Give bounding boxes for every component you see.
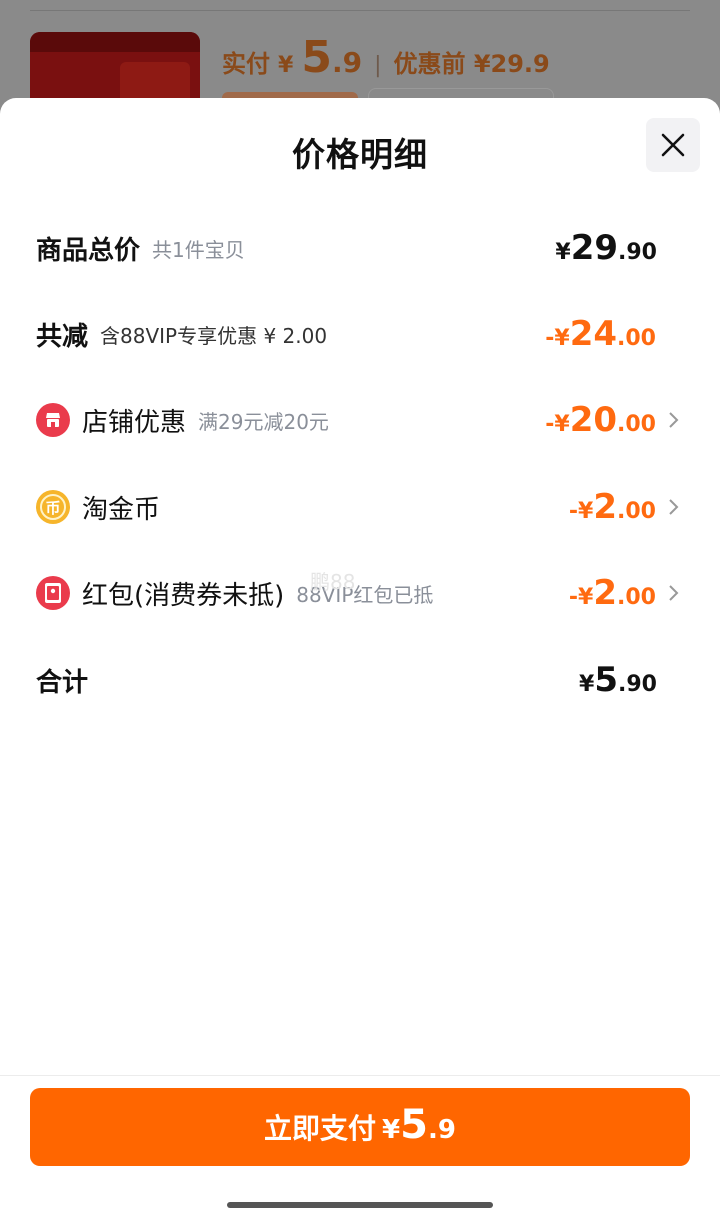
chevron-right-icon (664, 497, 684, 517)
row-grand-total: 合计 ¥ 5 .90 (36, 650, 684, 710)
pay-dec: .9 (331, 46, 363, 79)
red-packet-label: 红包(消费券未抵) (82, 580, 285, 611)
row-shop-discount[interactable]: 店铺优惠 满29元减20元 -¥ 20 .00 (36, 390, 684, 450)
pay-int: 5 (301, 32, 332, 83)
reduction-note: 含88VIP专享优惠 ¥ 2.00 (100, 323, 328, 348)
taojinbi-amount: -¥ 2 .00 (568, 487, 656, 527)
item-count: 共1件宝贝 (152, 237, 245, 262)
chevron-right-icon (664, 583, 684, 603)
grand-total-amount: ¥ 5 .90 (579, 660, 657, 700)
background-divider (30, 10, 690, 11)
taojinbi-label: 淘金币 (82, 494, 161, 525)
reduction-amount: -¥ 24 .00 (545, 314, 656, 354)
price-separator: | (374, 53, 382, 78)
footer-divider (0, 1075, 720, 1076)
reduction-label: 共减 (36, 321, 89, 352)
red-packet-amount: -¥ 2 .00 (568, 573, 656, 613)
red-packet-icon (36, 576, 70, 610)
price-detail-sheet: 价格明细 商品总价 共1件宝贝 ¥ 29 .90 共减 含88VIP专享优惠 ¥… (0, 98, 720, 1220)
row-item-total: 商品总价 共1件宝贝 ¥ 29 .90 (36, 218, 684, 278)
pay-now-label: 立即支付 (264, 1112, 377, 1145)
home-indicator (227, 1202, 493, 1208)
shop-icon (36, 403, 70, 437)
shop-discount-label: 店铺优惠 (82, 407, 187, 438)
pay-label: 实付 (222, 50, 270, 78)
chevron-right-icon (664, 410, 684, 430)
shop-discount-amount: -¥ 20 .00 (545, 400, 656, 440)
original-price: 优惠前 ¥29.9 (393, 50, 550, 78)
close-button[interactable] (646, 118, 700, 172)
shop-discount-rule: 满29元减20元 (198, 409, 329, 434)
sheet-title: 价格明细 (292, 135, 428, 174)
row-red-packet[interactable]: 红包(消费券未抵) 88VIP红包已抵 -¥ 2 .00 (36, 563, 684, 623)
item-total-label: 商品总价 (36, 235, 141, 266)
row-taojinbi[interactable]: 币 淘金币 -¥ 2 .00 (36, 477, 684, 537)
grand-total-label: 合计 (36, 667, 89, 698)
close-icon (661, 133, 685, 157)
pay-now-button[interactable]: 立即支付 ¥ 5 .9 (30, 1088, 690, 1166)
watermark: 鹏88 (310, 570, 356, 594)
background-price: 实付 ¥ 5 .9 | 优惠前 ¥29.9 (222, 32, 550, 83)
row-total-reduction: 共减 含88VIP专享优惠 ¥ 2.00 -¥ 24 .00 (36, 304, 684, 364)
item-total-amount: ¥ 29 .90 (555, 228, 657, 268)
coin-icon: 币 (36, 490, 70, 524)
